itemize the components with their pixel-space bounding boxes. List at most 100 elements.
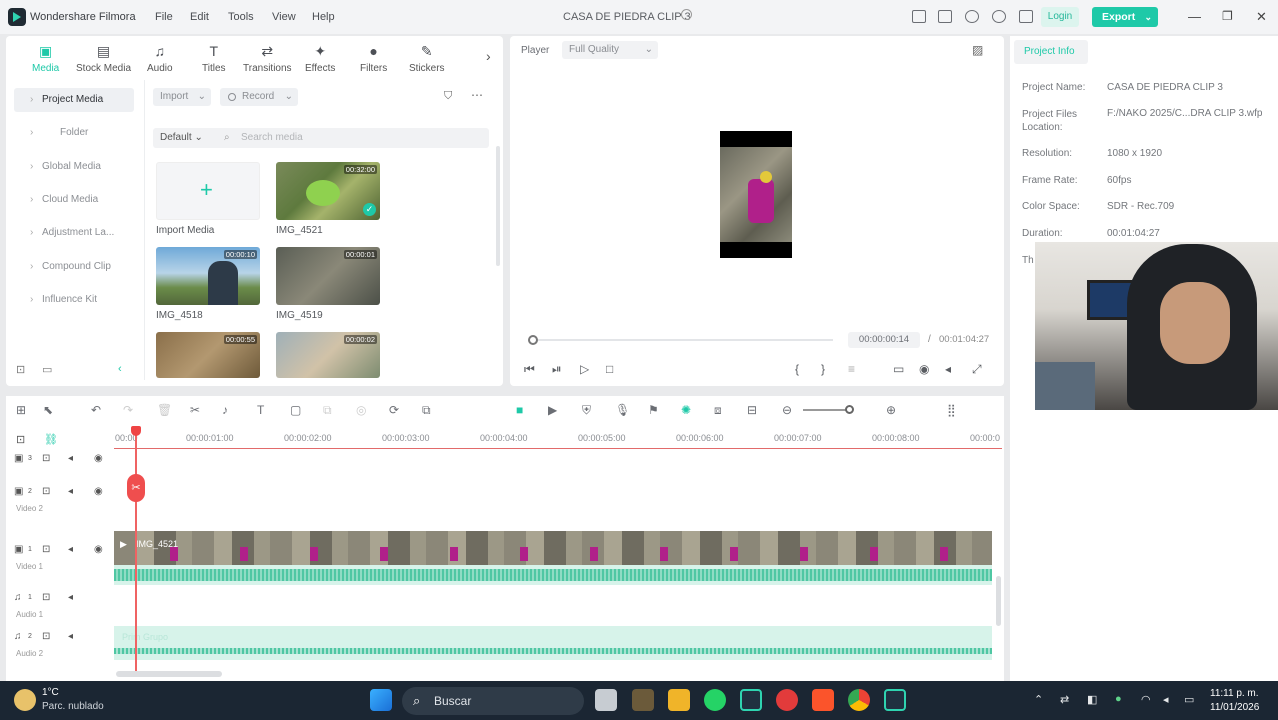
sidebar-item-folder[interactable]: Folder [14,121,134,145]
speed-icon[interactable]: ⟳ [389,403,399,417]
transform-icon[interactable]: ⧉ [323,403,332,418]
file-explorer-icon[interactable] [668,689,690,711]
media-thumbnail[interactable]: 00:00:01 [276,247,380,305]
media-thumbnail[interactable]: 00:32:00 ✓ [276,162,380,220]
filmora-icon[interactable] [740,689,762,711]
play-circle-icon[interactable]: ▶ [548,403,557,417]
media-thumbnail[interactable]: 00:00:55 [156,332,260,378]
redo-icon[interactable]: ↷ [123,403,133,417]
microphone-icon[interactable]: ● [1115,693,1122,705]
record-dropdown[interactable]: Record ⌄ [220,88,298,106]
clock-date[interactable]: 11/01/2026 [1210,702,1259,713]
info-icon[interactable] [681,9,692,20]
cloud-icon[interactable] [965,10,979,23]
mark-in-icon[interactable]: { [795,362,799,376]
grid-view-icon[interactable]: ⣿ [947,403,956,417]
stop-icon[interactable]: □ [606,362,613,376]
menu-view[interactable]: View [272,11,296,23]
tab-audio[interactable]: ♫ Audio [147,42,173,74]
lock-icon[interactable]: ⊡ [42,592,50,603]
render-icon[interactable]: ■ [516,403,523,417]
whatsapp-icon[interactable] [704,689,726,711]
camera-icon[interactable]: ◉ [919,362,929,376]
select-tool-icon[interactable]: ⬉ [43,403,53,417]
audio-tool-icon[interactable]: ♪ [222,403,228,417]
lock-icon[interactable]: ⊡ [42,631,50,642]
mute-icon[interactable]: ◂ [68,453,73,464]
lock-icon[interactable]: ⊡ [42,544,50,555]
tab-titles[interactable]: T Titles [202,42,226,74]
grid-apps-icon[interactable] [1019,10,1033,23]
collapse-icon[interactable]: ‹ [118,363,122,375]
weather-icon[interactable] [14,689,36,711]
battery-icon[interactable]: ▭ [1184,693,1194,706]
pip-icon[interactable]: ⧈ [714,403,722,418]
search-input[interactable]: Search media [241,132,303,143]
horizontal-scrollbar[interactable] [116,671,222,677]
taskbar-search[interactable]: ⌕ Buscar [402,687,584,715]
media-thumbnail[interactable]: 00:00:10 [156,247,260,305]
scissors-icon[interactable]: ✂ [127,474,145,502]
save-icon[interactable] [938,10,952,23]
tray-icon[interactable]: ⇄ [1060,693,1069,706]
mute-icon[interactable]: ◂ [68,592,73,603]
eye-icon[interactable]: ◉ [94,486,103,497]
login-button[interactable]: Login [1041,7,1079,27]
copy-icon[interactable]: ⧉ [422,403,431,418]
volume-icon[interactable]: ◂ [945,362,951,376]
menu-file[interactable]: File [155,11,173,23]
tab-media[interactable]: ▣ Media [32,42,59,74]
zoom-out-icon[interactable]: ⊖ [782,403,792,417]
tab-stickers[interactable]: ✎ Stickers [409,42,445,74]
scrollbar[interactable] [496,146,500,266]
menu-edit[interactable]: Edit [190,11,209,23]
task-view-icon[interactable] [595,689,617,711]
chrome-icon[interactable] [848,689,870,711]
restore-icon[interactable]: ❐ [1222,9,1233,23]
tab-effects[interactable]: ✦ Effects [305,42,335,74]
zoom-in-icon[interactable]: ⊕ [886,403,896,417]
import-dropdown[interactable]: Import ⌄ [153,88,211,106]
microphone-icon[interactable]: 🎙 [615,403,630,417]
shield-icon[interactable]: ⛨ [582,403,591,418]
tab-transitions[interactable]: ⇄ Transitions [243,42,292,74]
close-icon[interactable]: ✕ [1256,9,1267,25]
chevron-right-icon[interactable]: › [486,48,491,64]
windows-start-icon[interactable] [370,689,392,711]
crop-icon[interactable]: ▢ [290,403,301,417]
sidebar-item-adjustment-layer[interactable]: Adjustment La... [14,221,134,245]
play-icon[interactable]: ▷ [580,362,589,376]
monitor-icon[interactable] [912,10,926,23]
text-tool-icon[interactable]: T [257,403,264,417]
more-icon[interactable]: ⋯ [471,88,483,102]
playhead-handle[interactable] [131,426,141,436]
current-time[interactable]: 00:00:00:14 [848,332,920,348]
eye-icon[interactable]: ◉ [94,453,103,464]
undo-icon[interactable]: ↶ [91,403,101,417]
step-back-icon[interactable]: ⏮ [524,362,535,377]
video-clip[interactable]: ▶ IMG_4521 [114,531,992,565]
app-icon[interactable] [776,689,798,711]
folder-icon[interactable]: ▭ [42,363,52,376]
sidebar-item-cloud-media[interactable]: Cloud Media [14,188,134,212]
delete-icon[interactable]: 🗑 [157,403,172,417]
export-button[interactable]: Export ⌄ [1092,7,1158,27]
vertical-scrollbar[interactable] [996,576,1001,626]
clock-time[interactable]: 11:11 p. m. [1210,688,1259,699]
menu-help[interactable]: Help [312,11,335,23]
playhead[interactable] [135,426,137,674]
cut-icon[interactable]: ✂ [190,403,200,417]
app-icon[interactable] [632,689,654,711]
sidebar-item-project-media[interactable]: Project Media [14,88,134,112]
menu-tools[interactable]: Tools [228,11,254,23]
import-media-tile[interactable]: + [156,162,260,220]
display-icon[interactable]: ▭ [893,362,904,376]
sidebar-item-influence-kit[interactable]: Influence Kit [14,288,134,312]
sort-dropdown[interactable]: Default ⌄ [160,132,203,143]
tray-icon[interactable]: ◧ [1087,693,1097,706]
new-folder-icon[interactable]: ⊡ [16,363,25,376]
brave-browser-icon[interactable] [812,689,834,711]
ai-icon[interactable]: ✺ [681,403,691,417]
lock-icon[interactable]: ⊡ [42,453,50,464]
sidebar-item-global-media[interactable]: Global Media [14,155,134,179]
